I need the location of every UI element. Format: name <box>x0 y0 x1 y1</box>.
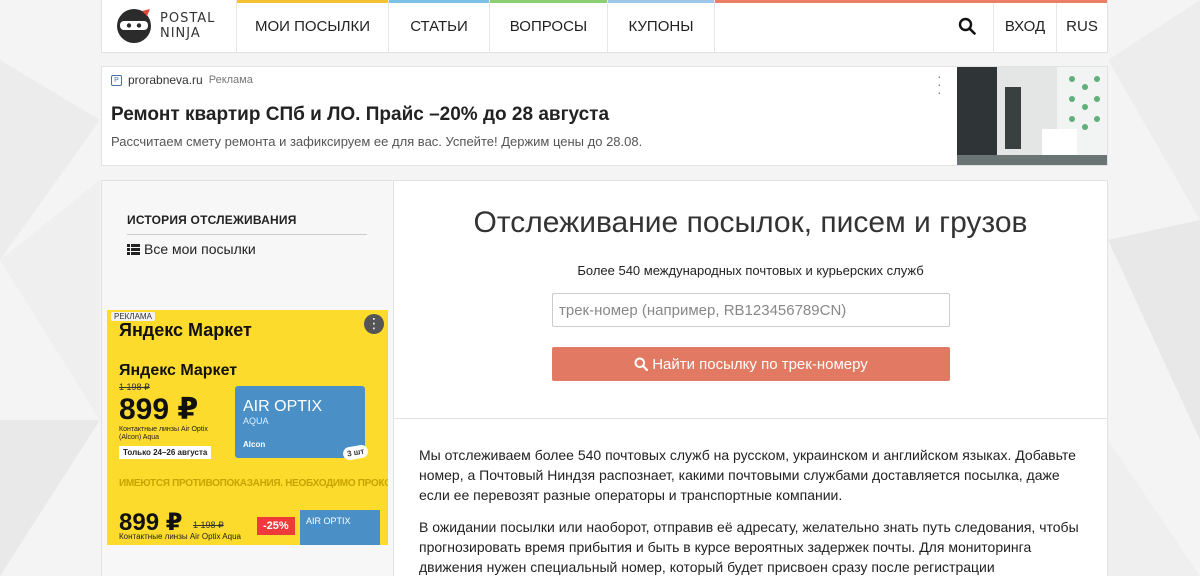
ad-menu-icon[interactable]: · · · <box>937 69 942 99</box>
logo-line-1: POSTAL <box>160 11 216 26</box>
product-name: Контактные линзы Air Optix (Alcon) Aqua <box>119 426 208 441</box>
nav-accent <box>490 0 607 3</box>
product-name-secondary: Контактные линзы Air Optix Aqua <box>119 532 241 541</box>
promo-dates: Только 24–26 августа <box>119 446 212 459</box>
sidebar-divider <box>127 234 367 235</box>
tracking-info-paragraph: В ожидании посылки или наоборот, отправи… <box>419 519 1079 575</box>
price: 899 ₽ <box>119 393 199 426</box>
ad-title[interactable]: Ремонт квартир СПб и ЛО. Прайс –20% до 2… <box>111 104 609 126</box>
language-selector[interactable]: RUS <box>1056 0 1107 52</box>
ninja-logo-icon <box>117 9 151 43</box>
ad-description: Рассчитаем смету ремонта и зафиксируем е… <box>111 134 643 149</box>
search-button[interactable] <box>941 0 993 52</box>
main-card: ИСТОРИЯ ОТСЛЕЖИВАНИЯ Все мои посылки РЕК… <box>101 180 1108 576</box>
search-icon <box>958 17 976 35</box>
all-parcels-label: Все мои посылки <box>144 241 256 257</box>
language-label: RUS <box>1066 17 1098 35</box>
nav-articles[interactable]: СТАТЬИ <box>389 0 490 52</box>
ad-menu-icon[interactable]: ⋮ <box>364 314 384 334</box>
tracking-number-input[interactable] <box>552 293 950 327</box>
list-icon <box>127 243 140 255</box>
nav-coupons[interactable]: КУПОНЫ <box>608 0 715 52</box>
nav-accent <box>389 0 489 3</box>
page-subtitle: Более 540 международных почтовых и курье… <box>577 263 924 278</box>
search-icon <box>634 357 649 371</box>
find-parcel-button[interactable]: Найти посылку по трек-номеру <box>552 347 950 381</box>
site-logo[interactable]: POSTAL NINJA <box>102 0 237 52</box>
nav-label: КУПОНЫ <box>628 17 694 35</box>
ad-label: Реклама <box>208 74 253 86</box>
box-title: AIR OPTIX <box>243 398 323 415</box>
ad-brand: Яндекс Маркет <box>119 320 252 340</box>
login-button[interactable]: ВХОД <box>993 0 1056 52</box>
nav-accent <box>237 0 388 3</box>
favicon-icon: P <box>111 74 122 86</box>
ad-domain[interactable]: prorabneva.ru <box>128 73 203 87</box>
ad-banner[interactable]: P prorabneva.ru Реклама · · · Ремонт кварт… <box>101 66 1108 166</box>
ad-brand-subheader: Яндекс Маркет <box>119 362 237 380</box>
intro-paragraph: Мы отслеживаем более 540 почтовых служб … <box>419 447 1076 503</box>
room-photo-image <box>957 67 1107 165</box>
nav-questions[interactable]: ВОПРОСЫ <box>490 0 608 52</box>
old-price-secondary: 1 198 ₽ <box>193 520 224 530</box>
box-subtitle: AQUA <box>243 416 269 426</box>
logo-line-2: NINJA <box>160 26 201 41</box>
tracking-panel: Отслеживание посылок, писем и грузов Бол… <box>394 181 1107 576</box>
top-navigation-bar: POSTAL NINJA МОИ ПОСЫЛКИ СТАТЬИ ВОПРОСЫ … <box>101 0 1108 53</box>
logo-text: POSTAL NINJA <box>160 11 215 41</box>
box-brand: Alcon <box>243 440 266 449</box>
yandex-market-ad[interactable]: РЕКЛАМА Яндекс Маркет ⋮ Яндекс Маркет 1 … <box>107 310 388 545</box>
nav-label: МОИ ПОСЫЛКИ <box>254 17 371 35</box>
tracking-history-title: ИСТОРИЯ ОТСЛЕЖИВАНИЯ <box>127 213 297 227</box>
ad-brand: Яндекс Маркет <box>119 362 238 379</box>
sidebar: ИСТОРИЯ ОТСЛЕЖИВАНИЯ Все мои посылки РЕК… <box>102 181 394 576</box>
medical-warning: ИМЕЮТСЯ ПРОТИВОПОКАЗАНИЯ. НЕОБХОДИМО ПРО… <box>119 478 388 489</box>
nav-label: СТАТЬИ <box>410 17 468 35</box>
header-accent-bar <box>700 0 1107 3</box>
discount-badge: -25% <box>257 517 295 535</box>
ad-domain-row: P prorabneva.ru Реклама <box>111 73 253 87</box>
ad-image[interactable] <box>957 67 1107 165</box>
nav-label: ВОПРОСЫ <box>509 17 588 35</box>
section-divider <box>394 418 1107 419</box>
login-label: ВХОД <box>1004 17 1046 35</box>
nav-accent <box>608 0 714 3</box>
nav-my-parcels[interactable]: МОИ ПОСЫЛКИ <box>237 0 389 52</box>
page-title: Отслеживание посылок, писем и грузов <box>473 206 1028 239</box>
product-box-image-small: AIR OPTIX <box>300 510 380 545</box>
find-parcel-label: Найти посылку по трек-номеру <box>652 355 868 373</box>
ad-brand-header: Яндекс Маркет <box>119 320 252 341</box>
all-parcels-link[interactable]: Все мои посылки <box>127 241 256 257</box>
